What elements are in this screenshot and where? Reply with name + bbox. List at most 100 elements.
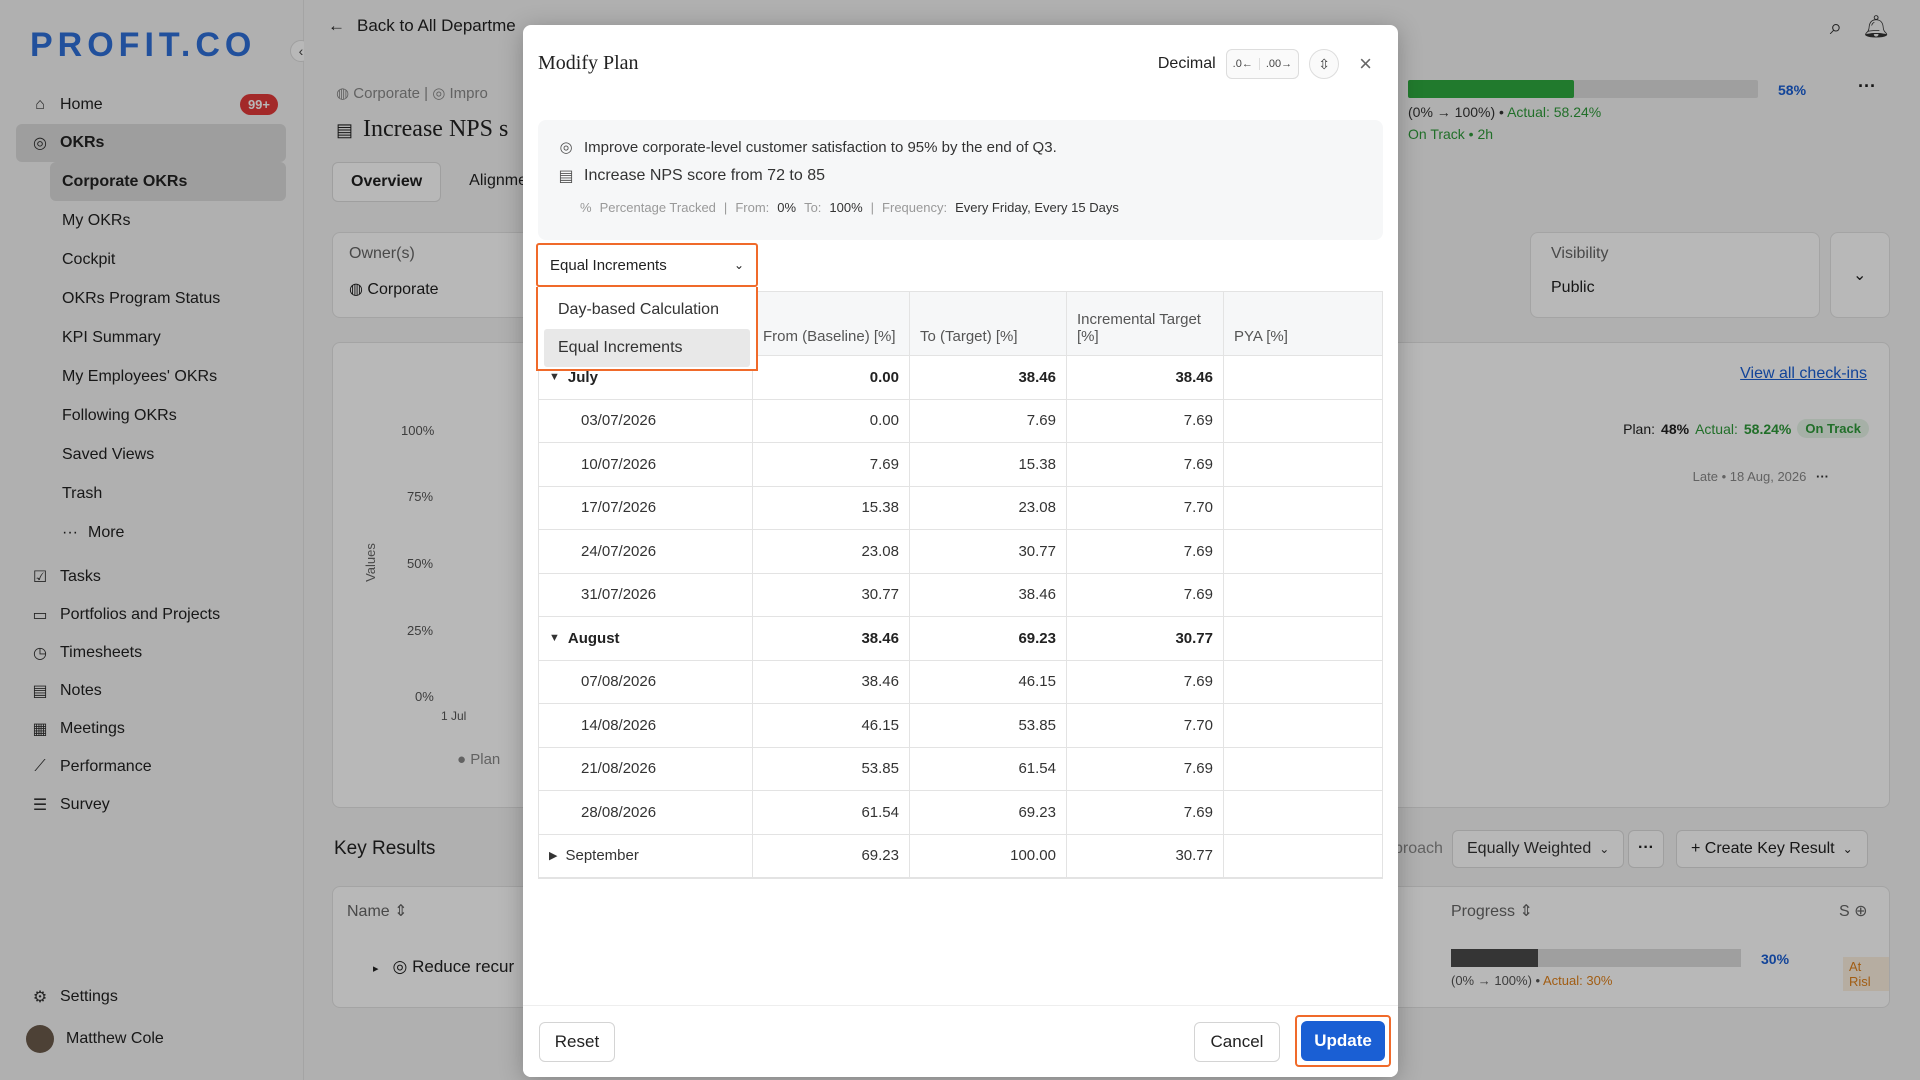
modal-title: Modify Plan	[538, 52, 639, 74]
period-cell: 10/07/2026	[539, 443, 753, 486]
period-cell: 17/07/2026	[539, 486, 753, 529]
plan-table: From (Baseline) [%] To (Target) [%] Incr…	[538, 291, 1383, 879]
period-label: 21/08/2026	[581, 760, 657, 778]
table-group-row[interactable]: ▼ August 38.46 69.23 30.77	[539, 617, 1382, 661]
pya-cell[interactable]	[1224, 704, 1382, 747]
from-cell: 0.00	[753, 399, 910, 442]
period-label: 10/07/2026	[581, 455, 657, 473]
incremental-cell: 7.69	[1067, 573, 1224, 616]
from-cell: 61.54	[753, 791, 910, 834]
table-row: 31/07/2026 30.77 38.46 7.69	[539, 573, 1382, 617]
option-equal-increments[interactable]: Equal Increments	[544, 329, 750, 367]
period-cell: 28/08/2026	[539, 791, 753, 834]
calculation-method-value: Equal Increments	[550, 256, 667, 274]
to-cell: 53.85	[910, 704, 1067, 747]
pya-cell[interactable]	[1224, 356, 1382, 399]
table-row: 14/08/2026 46.15 53.85 7.70	[539, 704, 1382, 748]
pya-cell[interactable]	[1224, 617, 1382, 660]
meta-divider: |	[870, 200, 875, 215]
chevron-down-icon: ⌄	[733, 258, 744, 272]
close-icon[interactable]: ×	[1359, 51, 1372, 77]
meta-freq: Every Friday, Every 15 Days	[955, 200, 1119, 215]
col-from: From (Baseline) [%]	[753, 292, 910, 355]
to-cell: 46.15	[910, 660, 1067, 703]
table-row: 07/08/2026 38.46 46.15 7.69	[539, 660, 1382, 704]
table-row: 03/07/2026 0.00 7.69 7.69	[539, 399, 1382, 443]
target-icon: ◎	[559, 139, 573, 156]
decimal-label: Decimal	[1157, 55, 1216, 72]
period-label: September	[565, 847, 639, 865]
pya-cell[interactable]	[1224, 530, 1382, 573]
to-cell: 15.38	[910, 443, 1067, 486]
period-label: 28/08/2026	[581, 803, 657, 821]
table-body: ▼ July 0.00 38.46 38.46 03/07/2026 0.00 7.69 7.6…	[539, 356, 1382, 878]
to-cell: 23.08	[910, 486, 1067, 529]
table-row: 17/07/2026 15.38 23.08 7.70	[539, 486, 1382, 530]
cancel-button[interactable]: Cancel	[1194, 1022, 1280, 1062]
period-cell: 24/07/2026	[539, 530, 753, 573]
caret-down-icon[interactable]: ▼	[549, 371, 560, 383]
to-cell: 38.46	[910, 573, 1067, 616]
period-cell: 21/08/2026	[539, 747, 753, 790]
col-incremental: Incremental Target [%]	[1067, 292, 1224, 355]
from-cell: 46.15	[753, 704, 910, 747]
pya-cell[interactable]	[1224, 400, 1382, 443]
pya-cell[interactable]	[1224, 574, 1382, 617]
modify-plan-modal: Modify Plan Decimal .0← .00→ ⇳ × ◎ Improv…	[523, 25, 1398, 1077]
caret-down-icon[interactable]: ▼	[549, 632, 560, 644]
incremental-cell: 7.69	[1067, 791, 1224, 834]
pya-cell[interactable]	[1224, 748, 1382, 791]
decrease-decimal-button[interactable]: .0←	[1227, 58, 1260, 70]
pya-cell[interactable]	[1224, 835, 1382, 878]
table-row: 10/07/2026 7.69 15.38 7.69	[539, 443, 1382, 487]
from-cell: 30.77	[753, 573, 910, 616]
decimal-toggle: .0← .00→	[1225, 49, 1300, 79]
reset-button[interactable]: Reset	[539, 1022, 615, 1062]
to-cell: 61.54	[910, 747, 1067, 790]
meta-freq-label: Frequency:	[882, 200, 948, 215]
incremental-cell: 7.69	[1067, 660, 1224, 703]
period-cell: 31/07/2026	[539, 573, 753, 616]
incremental-cell: 38.46	[1067, 356, 1224, 399]
table-row: 28/08/2026 61.54 69.23 7.69	[539, 791, 1382, 835]
objective-text: Improve corporate-level customer satisfa…	[584, 138, 1057, 156]
pya-cell[interactable]	[1224, 443, 1382, 486]
table-row: 21/08/2026 53.85 61.54 7.69	[539, 747, 1382, 791]
incremental-cell: 7.69	[1067, 443, 1224, 486]
increase-decimal-button[interactable]: .00→	[1260, 58, 1298, 70]
to-cell: 69.23	[910, 617, 1067, 660]
pya-cell[interactable]	[1224, 791, 1382, 834]
calculation-method-select[interactable]: Equal Increments ⌄	[536, 243, 758, 287]
option-day-based[interactable]: Day-based Calculation	[544, 291, 750, 329]
expand-collapse-button[interactable]: ⇳	[1309, 49, 1340, 79]
period-cell: 07/08/2026	[539, 660, 753, 703]
period-label: August	[567, 629, 620, 647]
incremental-cell: 7.69	[1067, 747, 1224, 790]
col-to: To (Target) [%]	[910, 292, 1067, 355]
incremental-cell: 7.70	[1067, 704, 1224, 747]
to-cell: 7.69	[910, 399, 1067, 442]
to-cell: 69.23	[910, 791, 1067, 834]
table-group-row[interactable]: ▶ September 69.23 100.00 30.77	[539, 834, 1382, 878]
modal-footer: Reset Cancel	[523, 1005, 1398, 1077]
key-result-text: Increase NPS score from 72 to 85	[584, 167, 825, 184]
incremental-cell: 7.69	[1067, 399, 1224, 442]
pya-cell[interactable]	[1224, 487, 1382, 530]
key-result-row: ▤ Increase NPS score from 72 to 85	[556, 166, 825, 186]
period-cell: 14/08/2026	[539, 704, 753, 747]
from-cell: 0.00	[753, 356, 910, 399]
period-label: 07/08/2026	[581, 673, 657, 691]
meta-from: 0%	[777, 200, 797, 215]
meta-from-label: From:	[735, 200, 770, 215]
period-cell: 03/07/2026	[539, 399, 753, 442]
col-pya: PYA [%]	[1234, 328, 1288, 345]
caret-right-icon[interactable]: ▶	[549, 849, 557, 862]
pya-cell[interactable]	[1224, 661, 1382, 704]
update-button[interactable]: Update	[1301, 1021, 1385, 1061]
objective-row: ◎ Improve corporate-level customer satisf…	[556, 138, 1057, 157]
period-label: 14/08/2026	[581, 716, 657, 734]
period-cell: ▼ August	[539, 617, 753, 660]
from-cell: 23.08	[753, 530, 910, 573]
period-label: 03/07/2026	[581, 412, 657, 430]
from-cell: 7.69	[753, 443, 910, 486]
